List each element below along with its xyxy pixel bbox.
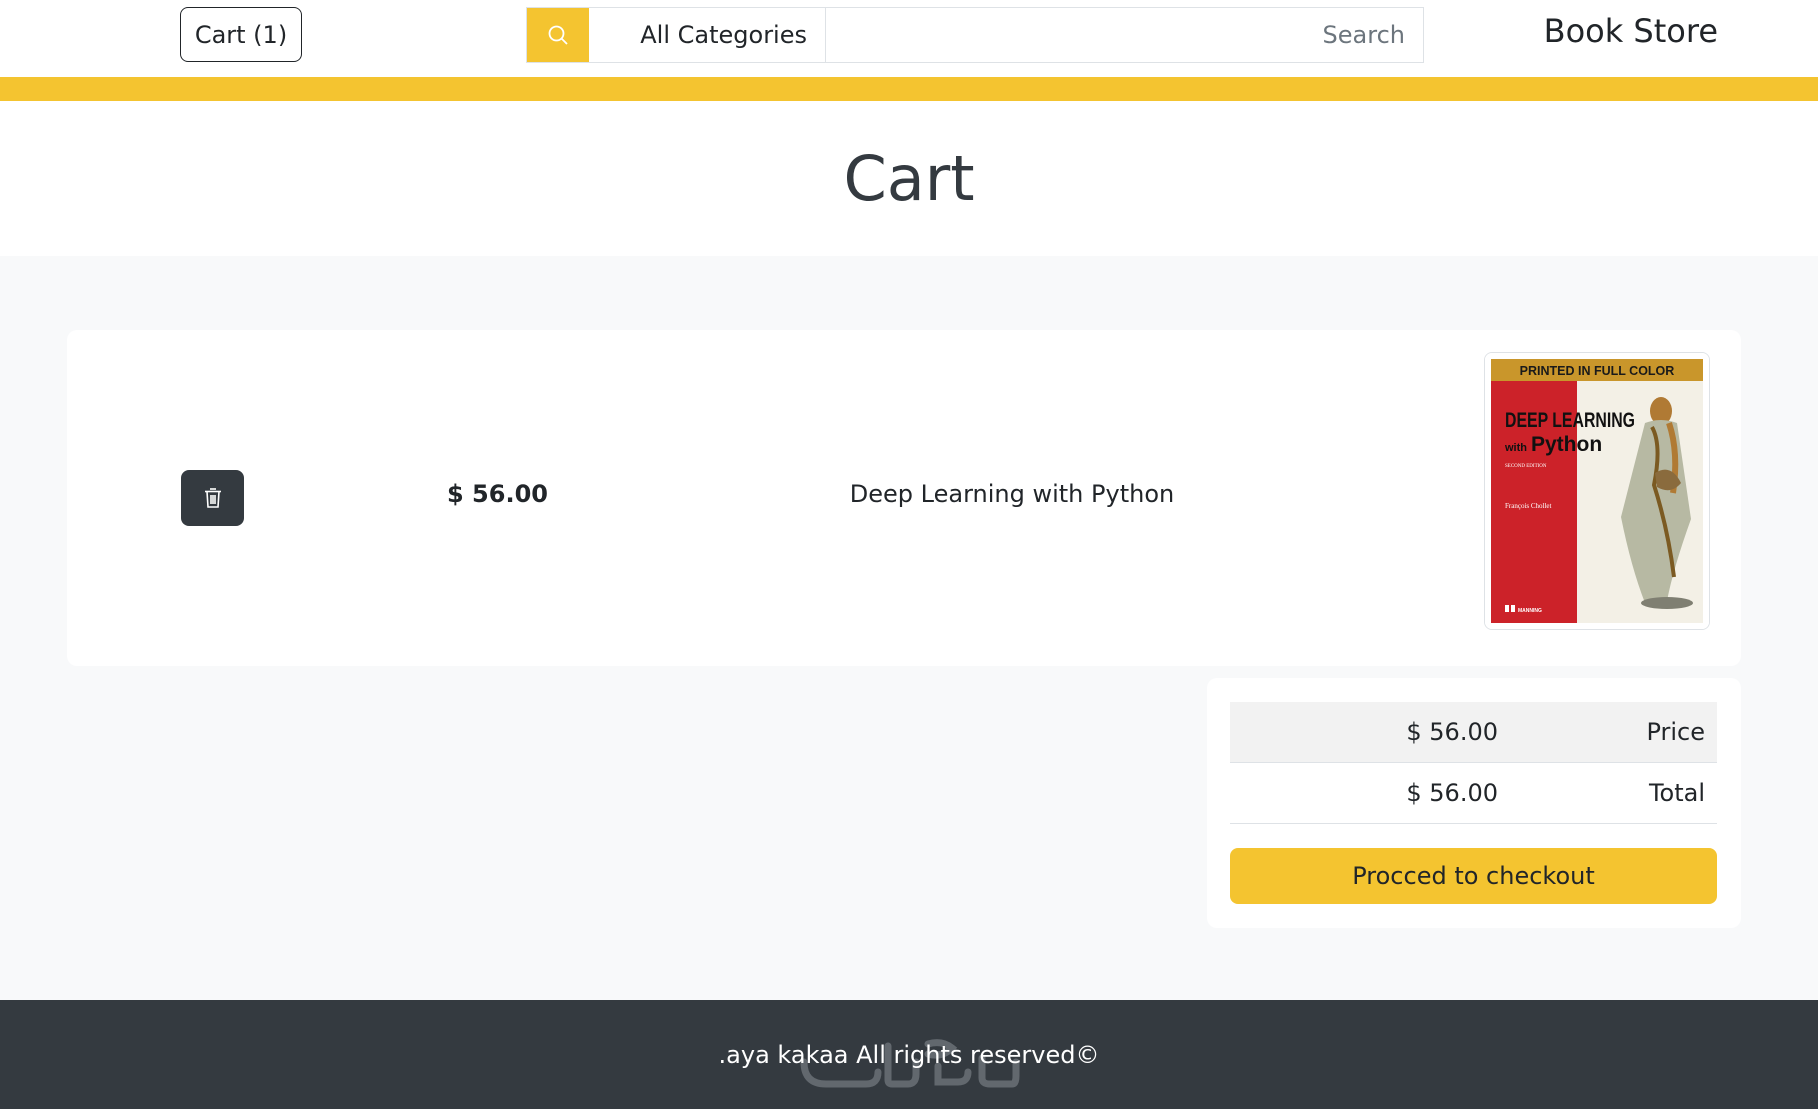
cover-title-line1: DEEP LEARNING <box>1505 409 1635 432</box>
price-label: Price <box>1646 718 1705 746</box>
search-button[interactable] <box>527 8 589 62</box>
cover-banner: PRINTED IN FULL COLOR <box>1520 364 1675 378</box>
search-group: All Categories <box>526 7 1424 63</box>
summary-row-total: $ 56.00 Total <box>1230 763 1717 824</box>
footer: .aya kakaa All rights reserved© <box>0 1000 1818 1109</box>
cover-title-line2-prefix: with <box>1504 442 1527 454</box>
summary-table: $ 56.00 Price $ 56.00 Total <box>1230 702 1717 824</box>
brand-logo[interactable]: Book Store <box>1544 12 1718 50</box>
checkout-button[interactable]: Procced to checkout <box>1230 848 1717 904</box>
page-title: Cart <box>843 142 975 215</box>
title-section: Cart <box>0 101 1818 256</box>
price-value: $ 56.00 <box>1406 718 1498 746</box>
cover-edition: SECOND EDITION <box>1505 464 1547 469</box>
delete-item-button[interactable] <box>181 470 244 526</box>
cart-button[interactable]: Cart (1) <box>180 7 302 62</box>
item-title[interactable]: Deep Learning with Python <box>787 480 1237 508</box>
accent-bar <box>0 77 1818 101</box>
cart-item-card: $ 56.00 Deep Learning with Python PRINTE… <box>67 330 1741 666</box>
trash-icon <box>204 488 221 508</box>
main-content: $ 56.00 Deep Learning with Python PRINTE… <box>0 256 1818 1000</box>
book-cover-image[interactable]: PRINTED IN FULL COLOR DEEP LEARNING with… <box>1484 352 1710 630</box>
cover-title-line2: Python <box>1531 433 1602 456</box>
footer-copyright: .aya kakaa All rights reserved© <box>718 1040 1100 1069</box>
total-value: $ 56.00 <box>1406 779 1498 807</box>
order-summary-card: $ 56.00 Price $ 56.00 Total Procced to c… <box>1207 678 1741 928</box>
search-input[interactable] <box>826 8 1423 62</box>
item-price: $ 56.00 <box>447 480 548 508</box>
summary-row-price: $ 56.00 Price <box>1230 702 1717 763</box>
navbar: Cart (1) All Categories Book Store <box>0 0 1818 77</box>
category-dropdown[interactable]: All Categories <box>589 8 826 62</box>
cover-publisher: MANNING <box>1518 608 1542 614</box>
cover-author: François Chollet <box>1505 502 1552 510</box>
search-icon <box>548 25 568 45</box>
total-label: Total <box>1648 779 1705 807</box>
